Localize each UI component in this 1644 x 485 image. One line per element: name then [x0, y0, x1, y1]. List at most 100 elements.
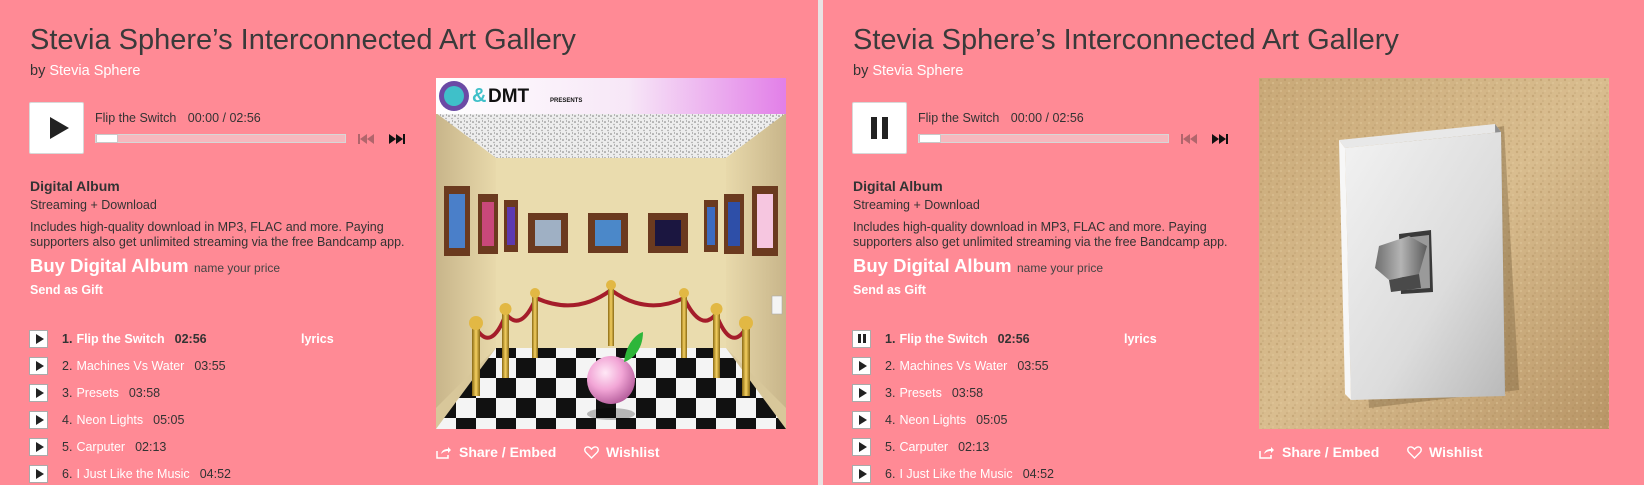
track-row[interactable]: 6. I Just Like the Music 04:52	[852, 460, 1252, 485]
play-icon	[49, 117, 69, 139]
album-title: Stevia Sphere’s Interconnected Art Galle…	[853, 24, 1399, 56]
track-duration: 02:13	[135, 439, 167, 454]
track-duration: 02:13	[958, 439, 990, 454]
track-play-button[interactable]	[852, 410, 871, 429]
track-name[interactable]: Carputer	[76, 440, 125, 454]
track-name[interactable]: Flip the Switch	[899, 332, 987, 346]
track-row[interactable]: 3. Presets 03:58	[852, 379, 1252, 406]
play-icon	[858, 441, 867, 452]
album-description: Includes high-quality download in MP3, F…	[853, 220, 1228, 249]
byline: by Stevia Sphere	[30, 63, 140, 79]
track-name[interactable]: Machines Vs Water	[899, 359, 1007, 373]
track-name[interactable]: Carputer	[899, 440, 948, 454]
track-play-button[interactable]	[29, 356, 48, 375]
progress-thumb[interactable]	[919, 134, 941, 143]
wishlist-label: Wishlist	[606, 444, 660, 460]
wishlist-label: Wishlist	[1429, 444, 1483, 460]
track-play-button[interactable]	[29, 437, 48, 456]
play-button[interactable]	[29, 102, 84, 154]
track-row[interactable]: 1. Flip the Switch 02:56 lyrics	[852, 325, 1252, 352]
track-play-button[interactable]	[852, 437, 871, 456]
track-name[interactable]: I Just Like the Music	[899, 467, 1012, 481]
cover-banner-text: DMT	[488, 86, 530, 107]
track-row[interactable]: 1. Flip the Switch 02:56 lyrics	[29, 325, 429, 352]
track-name[interactable]: Neon Lights	[76, 413, 143, 427]
cover-banner-small: PRESENTS	[550, 98, 582, 104]
by-label: by	[853, 63, 869, 79]
pause-button[interactable]	[852, 102, 907, 154]
skip-previous-icon	[358, 134, 374, 144]
track-name[interactable]: I Just Like the Music	[76, 467, 189, 481]
album-panel-left: Stevia Sphere’s Interconnected Art Galle…	[0, 0, 818, 485]
prev-track-button[interactable]	[1180, 133, 1198, 145]
track-play-button[interactable]	[29, 464, 48, 483]
track-number: 3.	[62, 385, 73, 400]
album-format-heading: Digital Album	[853, 178, 943, 194]
gallery-cover-illustration: & DMT PRESENTS	[436, 78, 786, 429]
track-number: 4.	[885, 412, 896, 427]
share-embed-button[interactable]: Share / Embed	[436, 444, 556, 460]
lyrics-link[interactable]: lyrics	[1124, 332, 1157, 346]
skip-previous-icon	[1181, 134, 1197, 144]
track-name[interactable]: Presets	[76, 386, 118, 400]
now-playing-title: Flip the Switch	[95, 111, 177, 125]
track-duration: 04:52	[1022, 466, 1054, 481]
send-as-gift-link[interactable]: Send as Gift	[853, 283, 926, 297]
pause-icon	[871, 117, 888, 139]
track-row[interactable]: 2. Machines Vs Water 03:55	[29, 352, 429, 379]
track-name[interactable]: Presets	[899, 386, 941, 400]
next-track-button[interactable]	[1211, 133, 1229, 145]
track-play-button[interactable]	[29, 410, 48, 429]
now-playing: Flip the Switch 00:00 / 02:56	[918, 111, 1084, 125]
track-name[interactable]: Neon Lights	[899, 413, 966, 427]
track-row[interactable]: 2. Machines Vs Water 03:55	[852, 352, 1252, 379]
track-name[interactable]: Machines Vs Water	[76, 359, 184, 373]
lyrics-link[interactable]: lyrics	[301, 332, 334, 346]
wishlist-button[interactable]: Wishlist	[584, 444, 660, 460]
artist-link[interactable]: Stevia Sphere	[872, 63, 963, 79]
track-duration: 04:52	[199, 466, 231, 481]
track-row[interactable]: 4. Neon Lights 05:05	[29, 406, 429, 433]
wishlist-button[interactable]: Wishlist	[1407, 444, 1483, 460]
track-row[interactable]: 6. I Just Like the Music 04:52	[29, 460, 429, 485]
artist-link[interactable]: Stevia Sphere	[49, 63, 140, 79]
heart-icon	[1407, 445, 1422, 459]
track-duration: 03:58	[128, 385, 161, 400]
share-embed-button[interactable]: Share / Embed	[1259, 444, 1379, 460]
track-pause-button[interactable]	[852, 329, 871, 348]
progress-thumb[interactable]	[96, 134, 118, 143]
byline: by Stevia Sphere	[853, 63, 963, 79]
play-icon	[35, 468, 44, 479]
track-row[interactable]: 4. Neon Lights 05:05	[852, 406, 1252, 433]
track-row[interactable]: 3. Presets 03:58	[29, 379, 429, 406]
track-cover-art[interactable]	[1259, 78, 1609, 429]
play-icon	[35, 414, 44, 425]
track-duration: 03:58	[951, 385, 984, 400]
track-row[interactable]: 5. Carputer 02:13	[29, 433, 429, 460]
share-embed-label: Share / Embed	[459, 444, 557, 460]
track-number: 6.	[62, 466, 73, 481]
skip-next-icon	[1212, 134, 1228, 144]
album-cover-art[interactable]: & DMT PRESENTS	[436, 78, 786, 429]
track-number: 3.	[885, 385, 896, 400]
track-play-button[interactable]	[852, 464, 871, 483]
now-playing-time: 00:00 / 02:56	[1010, 111, 1084, 125]
track-play-button[interactable]	[29, 383, 48, 402]
progress-bar[interactable]	[95, 134, 346, 143]
light-switch-illustration	[1259, 78, 1609, 429]
buy-digital-album-button[interactable]: Buy Digital Album	[853, 255, 1012, 277]
track-name[interactable]: Flip the Switch	[76, 332, 164, 346]
play-icon	[858, 387, 867, 398]
share-icon	[1259, 446, 1274, 459]
send-as-gift-link[interactable]: Send as Gift	[30, 283, 103, 297]
track-list: 1. Flip the Switch 02:56 lyrics 2. Machi…	[852, 325, 1252, 485]
track-play-button[interactable]	[29, 329, 48, 348]
next-track-button[interactable]	[388, 133, 406, 145]
progress-bar[interactable]	[918, 134, 1169, 143]
track-row[interactable]: 5. Carputer 02:13	[852, 433, 1252, 460]
play-icon	[858, 360, 867, 371]
buy-digital-album-button[interactable]: Buy Digital Album	[30, 255, 189, 277]
prev-track-button[interactable]	[357, 133, 375, 145]
track-play-button[interactable]	[852, 356, 871, 375]
track-play-button[interactable]	[852, 383, 871, 402]
